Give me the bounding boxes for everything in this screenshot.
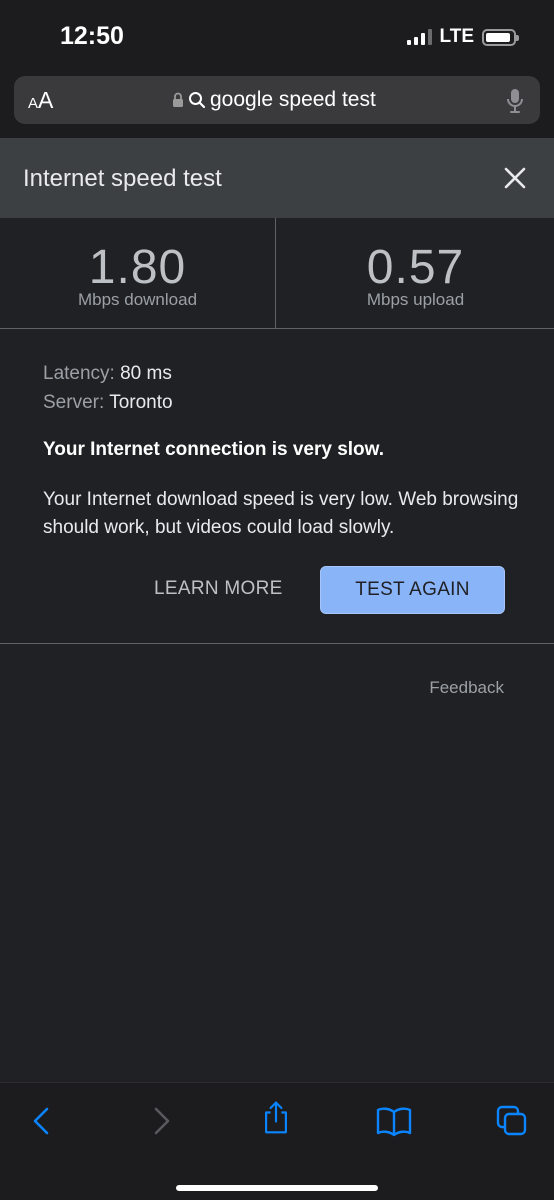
- signal-icon: [406, 29, 432, 45]
- upload-speed-value: 0.57: [366, 241, 465, 294]
- battery-icon: [482, 28, 519, 46]
- address-bar[interactable]: AA google speed test: [14, 76, 540, 124]
- latency-line: Latency: 80 ms: [43, 363, 172, 385]
- speed-test-header: Internet speed test: [0, 138, 554, 218]
- search-icon: [189, 92, 206, 109]
- download-speed-label: Mbps download: [77, 290, 198, 309]
- latency-value: 80 ms: [120, 363, 172, 384]
- status-bar: 12:50 LTE: [0, 0, 554, 68]
- tabs-icon[interactable]: [494, 1103, 530, 1139]
- back-icon[interactable]: [24, 1103, 60, 1139]
- url-display[interactable]: google speed test: [172, 76, 376, 124]
- feedback-link[interactable]: Feedback: [429, 678, 504, 698]
- browser-address-area: AA google speed test: [0, 68, 554, 138]
- status-indicators: LTE: [406, 26, 519, 48]
- test-again-button[interactable]: TEST AGAIN: [320, 566, 505, 614]
- server-line: Server: Toronto: [43, 392, 173, 414]
- url-text: google speed test: [210, 88, 376, 111]
- network-type: LTE: [439, 26, 474, 47]
- upload-result: 0.57 Mbps upload: [277, 218, 554, 328]
- test-details: Latency: 80 ms Server: Toronto Your Inte…: [0, 330, 554, 644]
- connection-verdict: Your Internet connection is very slow.: [43, 439, 385, 460]
- download-speed-value: 1.80: [88, 241, 187, 294]
- forward-icon[interactable]: [143, 1103, 179, 1139]
- card-title: Internet speed test: [23, 165, 222, 192]
- connection-explanation: Your Internet download speed is very low…: [43, 489, 519, 538]
- home-indicator[interactable]: [176, 1185, 378, 1191]
- browser-toolbar: [0, 1082, 554, 1200]
- mic-icon[interactable]: [506, 88, 524, 114]
- server-label: Server:: [43, 392, 105, 413]
- lock-icon: [173, 92, 183, 107]
- speed-results: 1.80 Mbps download 0.57 Mbps upload: [0, 218, 554, 329]
- bookmarks-icon[interactable]: [375, 1103, 413, 1139]
- status-time: 12:50: [60, 22, 124, 50]
- download-result: 1.80 Mbps download: [0, 218, 276, 328]
- reader-text-size-button[interactable]: AA: [28, 87, 53, 114]
- latency-label: Latency:: [43, 363, 115, 384]
- learn-more-button[interactable]: LEARN MORE: [154, 578, 283, 600]
- server-value: Toronto: [109, 392, 173, 413]
- upload-speed-label: Mbps upload: [366, 290, 465, 309]
- close-icon[interactable]: [502, 165, 528, 191]
- share-icon[interactable]: [258, 1099, 294, 1135]
